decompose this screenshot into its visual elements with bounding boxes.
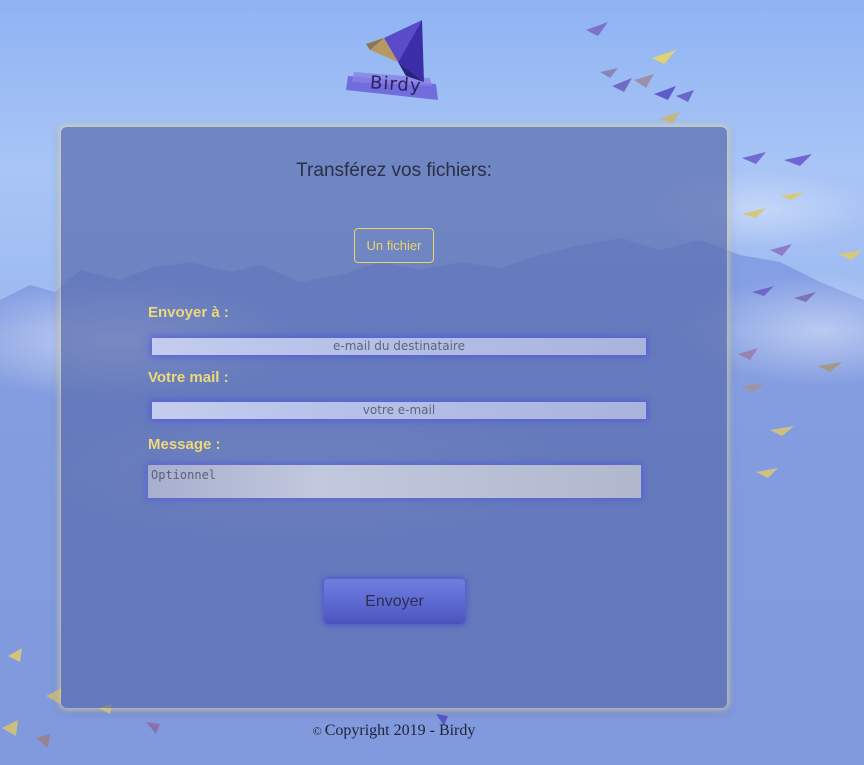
message-label: Message : [148, 436, 221, 453]
copyright-text: Copyright 2019 - Birdy [324, 722, 476, 739]
message-textarea[interactable]: Optionnel [148, 465, 641, 498]
sender-label: Votre mail : [148, 369, 229, 386]
sender-email-input[interactable]: votre e-mail [152, 402, 646, 419]
recipient-label: Envoyer à : [148, 304, 229, 321]
send-button[interactable]: Envoyer [324, 579, 465, 624]
choose-file-button[interactable]: Un fichier [354, 228, 434, 263]
footer: © Copyright 2019 - Birdy [0, 722, 788, 740]
brand-name: Birdy [369, 72, 423, 97]
copyright-symbol: © [312, 724, 322, 738]
recipient-email-input[interactable]: e-mail du destinataire [152, 338, 646, 355]
form-title: Transférez vos fichiers: [296, 160, 492, 181]
